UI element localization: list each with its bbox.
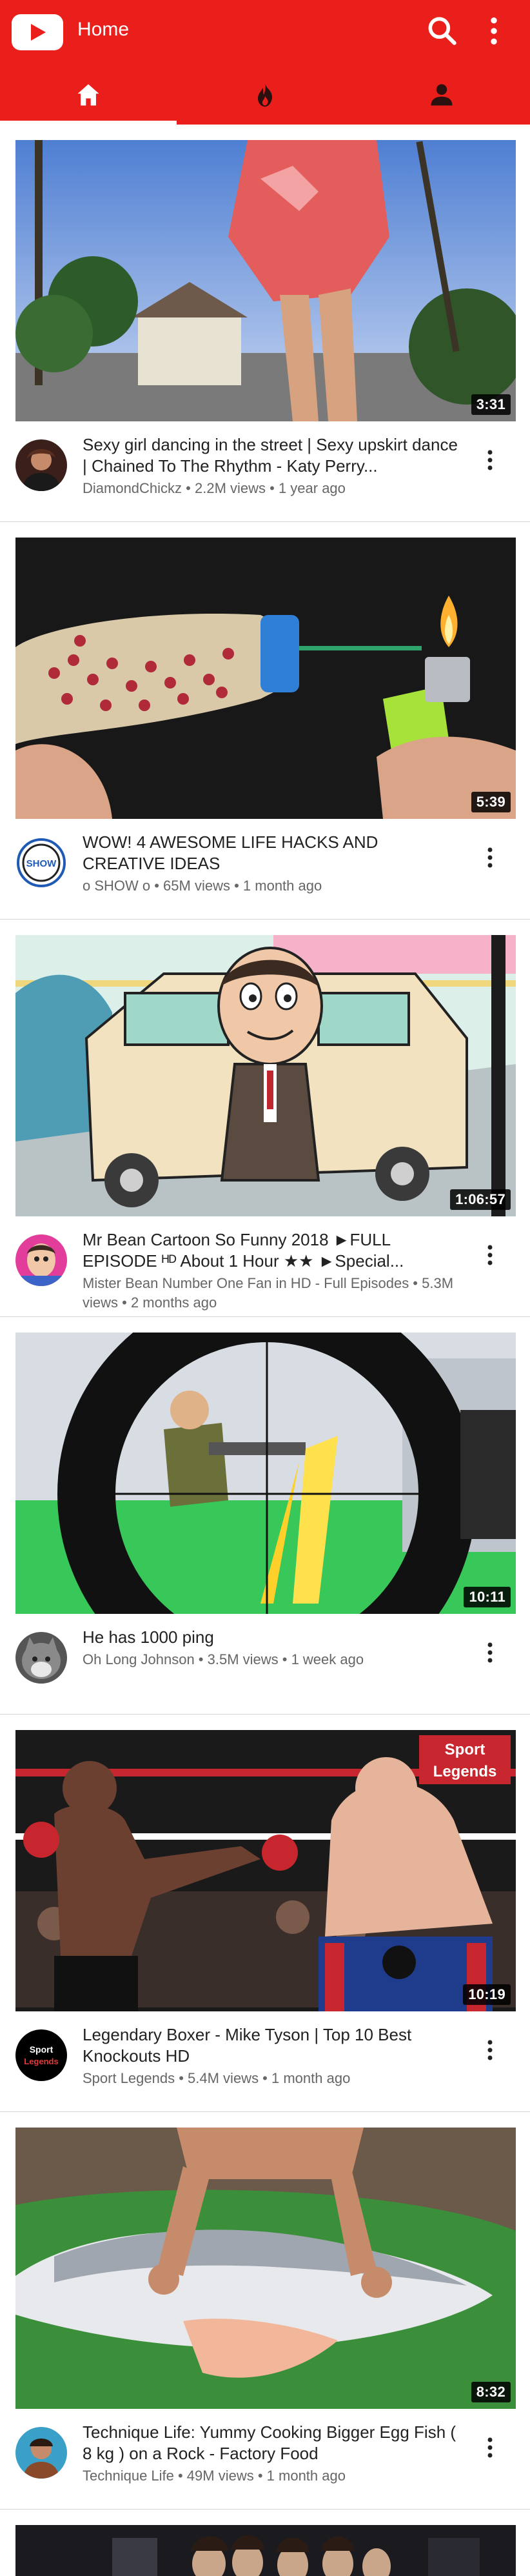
video-thumbnail[interactable]: 5:39 <box>15 538 516 819</box>
thumbnail-image <box>15 2525 516 2576</box>
channel-avatar[interactable]: SHOW <box>15 837 67 889</box>
video-title[interactable]: Mr Bean Cartoon So Funny 2018 ►FULL EPIS… <box>83 1229 463 1272</box>
video-thumbnail[interactable]: 3:31 <box>15 140 516 421</box>
video-card[interactable]: 3:31 Sexy girl dancing in the street | S… <box>0 125 530 522</box>
channel-avatar[interactable] <box>15 1234 67 1286</box>
video-meta: Mr Bean Cartoon So Funny 2018 ►FULL EPIS… <box>83 1229 463 1313</box>
thumbnail-image <box>15 538 516 819</box>
video-card[interactable]: 10:11 He has 1000 ping Oh Long Johnson •… <box>0 1317 530 1715</box>
page-title: Home <box>77 19 130 40</box>
video-title[interactable]: Legendary Boxer - Mike Tyson | Top 10 Be… <box>83 2024 463 2067</box>
video-duration: 3:31 <box>471 394 511 415</box>
video-channel-line: o SHOW o • 65M views • 1 month ago <box>83 878 322 894</box>
video-title[interactable]: He has 1000 ping <box>83 1627 463 1648</box>
video-channel-line: Technique Life • 49M views • 1 month ago <box>83 2468 346 2484</box>
thumbnail-image <box>15 2128 516 2409</box>
video-meta: Technique Life: Yummy Cooking Bigger Egg… <box>83 2422 463 2486</box>
video-card[interactable]: 5:39 SHOW WOW! 4 AWESOME LIFE HACKS AND … <box>0 522 530 920</box>
thumbnail-image: Sport Legends <box>15 1730 516 2011</box>
video-menu-button[interactable] <box>477 2031 503 2069</box>
tab-bar <box>0 65 530 125</box>
tab-trending[interactable] <box>177 65 353 125</box>
app-bar: Home <box>0 0 530 125</box>
video-thumbnail[interactable]: 8:32 <box>15 2128 516 2409</box>
video-meta: Legendary Boxer - Mike Tyson | Top 10 Be… <box>83 2024 463 2088</box>
channel-avatar[interactable]: Sport Legends <box>15 2029 67 2081</box>
video-channel-line: Sport Legends • 5.4M views • 1 month ago <box>83 2070 351 2086</box>
thumbnail-badge-line2: Legends <box>433 1763 497 1780</box>
video-channel-line: DiamondChickz • 2.2M views • 1 year ago <box>83 480 346 496</box>
video-thumbnail[interactable]: 1:06:57 <box>15 935 516 1216</box>
video-meta: Sexy girl dancing in the street | Sexy u… <box>83 434 463 498</box>
more-vert-icon[interactable] <box>476 13 512 49</box>
video-card[interactable]: 1:06:57 Mr Bean Cartoon So Funny 2018 ►F… <box>0 920 530 1317</box>
thumbnail-image <box>15 935 516 1216</box>
search-icon[interactable] <box>424 13 460 49</box>
avatar-logo-text-line1: Sport <box>30 2044 54 2055</box>
avatar-logo-text-line2: Legends <box>24 2057 58 2066</box>
thumbnail-badge-line1: Sport <box>445 1741 486 1758</box>
video-title[interactable]: Technique Life: Yummy Cooking Bigger Egg… <box>83 2422 463 2464</box>
channel-avatar[interactable] <box>15 439 67 491</box>
home-icon <box>77 84 99 105</box>
video-menu-button[interactable] <box>477 838 503 877</box>
video-card[interactable]: 8:32 Technique Life: Yummy Cooking Bigge… <box>0 2112 530 2510</box>
trending-flame-icon <box>258 83 272 106</box>
video-menu-button[interactable] <box>477 1236 503 1274</box>
video-meta: He has 1000 ping Oh Long Johnson • 3.5M … <box>83 1627 463 1669</box>
channel-avatar[interactable] <box>15 1632 67 1684</box>
thumbnail-image <box>15 140 516 421</box>
channel-avatar[interactable] <box>15 2427 67 2479</box>
video-title[interactable]: Sexy girl dancing in the street | Sexy u… <box>83 434 463 477</box>
account-icon <box>431 84 453 105</box>
video-card[interactable]: Sport Legends 10:19 Sport Legends Legenda… <box>0 1715 530 2112</box>
video-card[interactable] <box>0 2510 530 2576</box>
video-duration: 10:19 <box>463 1984 511 2005</box>
avatar-logo-text: SHOW <box>26 858 57 869</box>
video-meta: WOW! 4 AWESOME LIFE HACKS AND CREATIVE I… <box>83 832 463 896</box>
video-thumbnail[interactable]: Sport Legends 10:19 <box>15 1730 516 2011</box>
tab-home[interactable] <box>0 65 177 125</box>
video-duration: 8:32 <box>471 2382 511 2402</box>
tab-account[interactable] <box>353 65 530 125</box>
video-menu-button[interactable] <box>477 1633 503 1672</box>
video-thumbnail[interactable] <box>15 2525 516 2576</box>
video-duration: 1:06:57 <box>450 1189 511 1210</box>
video-channel-line: Oh Long Johnson • 3.5M views • 1 week ag… <box>83 1651 364 1667</box>
video-menu-button[interactable] <box>477 441 503 479</box>
video-title[interactable]: WOW! 4 AWESOME LIFE HACKS AND CREATIVE I… <box>83 832 463 874</box>
video-duration: 10:11 <box>464 1587 511 1607</box>
video-duration: 5:39 <box>471 792 511 812</box>
thumbnail-image <box>15 1333 516 1614</box>
video-channel-line: Mister Bean Number One Fan in HD - Full … <box>83 1275 454 1311</box>
video-menu-button[interactable] <box>477 2428 503 2467</box>
youtube-logo-icon[interactable] <box>12 14 63 50</box>
video-thumbnail[interactable]: 10:11 <box>15 1333 516 1614</box>
